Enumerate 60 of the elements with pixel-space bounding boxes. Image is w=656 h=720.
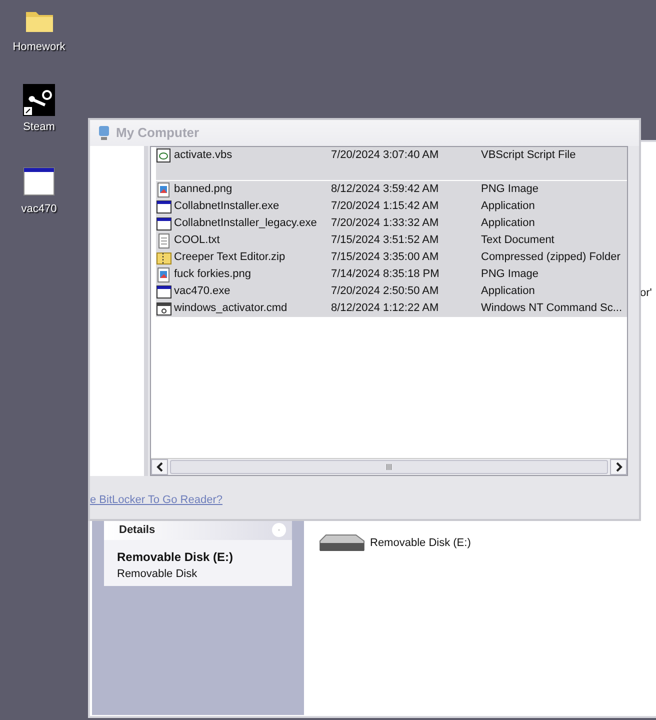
file-type: Application [481, 284, 536, 300]
zip-folder-icon [156, 250, 172, 266]
computer-icon [96, 125, 112, 141]
file-type: VBScript Script File [481, 148, 577, 164]
file-name: banned.png [174, 182, 232, 198]
file-name: Creeper Text Editor.zip [174, 250, 286, 266]
drive-type: Removable Disk [116, 567, 198, 582]
file-type: Windows NT Command Sc... [481, 301, 621, 316]
file-name: windows_activator.cmd [174, 301, 288, 316]
grip-icon [386, 463, 392, 471]
file-row[interactable]: Creeper Text Editor.zip 7/15/2024 3:35:00 AM Compressed (zipped) Folder [156, 249, 627, 266]
scroll-right-button[interactable] [610, 459, 627, 475]
drive-label[interactable]: Removable Disk (E:) [370, 534, 471, 552]
file-type: PNG Image [481, 182, 540, 198]
scroll-left-button[interactable] [151, 459, 168, 475]
image-file-icon [156, 266, 172, 282]
file-date: 8/12/2024 3:59:42 AM [331, 182, 440, 198]
application-icon [156, 284, 172, 300]
file-name: CollabnetInstaller_legacy.exe [174, 216, 317, 232]
file-row[interactable]: banned.png 8/12/2024 3:59:42 AM PNG Image [156, 181, 627, 198]
file-type: Application [481, 216, 536, 232]
file-date: 7/20/2024 3:07:40 AM [331, 148, 440, 164]
file-type: Application [481, 199, 536, 214]
window-title: My Computer [116, 124, 200, 142]
file-name: CollabnetInstaller.exe [174, 199, 280, 214]
file-date: 7/15/2024 3:35:00 AM [331, 250, 440, 266]
file-type: PNG Image [481, 267, 540, 282]
file-row[interactable]: activate.vbs 7/20/2024 3:07:40 AM VBScript Script File [156, 147, 627, 164]
file-date: 7/20/2024 2:50:50 AM [331, 284, 440, 300]
file-date: 7/14/2024 8:35:18 PM [331, 267, 440, 282]
file-date: 8/12/2024 1:12:22 AM [331, 301, 440, 316]
file-row[interactable]: CollabnetInstaller.exe 7/20/2024 1:15:42 AM Application [156, 198, 627, 215]
file-row[interactable]: fuck forkies.png 7/14/2024 8:35:18 PM PNG Image [156, 266, 627, 283]
file-name: activate.vbs [174, 148, 232, 164]
file-date: 7/15/2024 3:51:52 AM [331, 233, 440, 248]
steam-shortcut-icon [23, 84, 55, 116]
file-name: COOL.txt [174, 233, 220, 248]
drive-name: Removable Disk (E:) [116, 549, 234, 566]
file-row[interactable]: vac470.exe 7/20/2024 2:50:50 AM Application [156, 283, 627, 300]
window-icon [23, 166, 55, 198]
image-file-icon [156, 182, 172, 198]
command-file-icon [156, 300, 172, 316]
file-row[interactable]: CollabnetInstaller_legacy.exe 7/20/2024 1:33:32 AM Application [156, 215, 627, 232]
file-type: Compressed (zipped) Folder [481, 250, 621, 266]
file-row[interactable]: COOL.txt 7/15/2024 3:51:52 AM Text Document [156, 232, 627, 249]
desktop-icon-label[interactable]: Steam [23, 119, 55, 136]
details-heading: Details [119, 522, 156, 538]
desktop-icon-label[interactable]: vac470 [21, 201, 57, 218]
file-name: fuck forkies.png [174, 267, 252, 282]
drive-icon [318, 532, 366, 554]
file-date: 7/20/2024 1:33:32 AM [331, 216, 440, 232]
file-row[interactable]: windows_activator.cmd 8/12/2024 1:12:22 AM Windows NT Command Sc... [156, 300, 627, 317]
file-type: Text Document [481, 233, 556, 248]
desktop-icon-label[interactable]: Homework [12, 39, 66, 56]
scroll-thumb[interactable] [170, 460, 608, 474]
file-date: 7/20/2024 1:15:42 AM [331, 199, 440, 214]
application-icon [156, 216, 172, 232]
text-file-icon [156, 232, 172, 248]
application-icon [156, 198, 172, 214]
file-name: vac470.exe [174, 284, 230, 300]
